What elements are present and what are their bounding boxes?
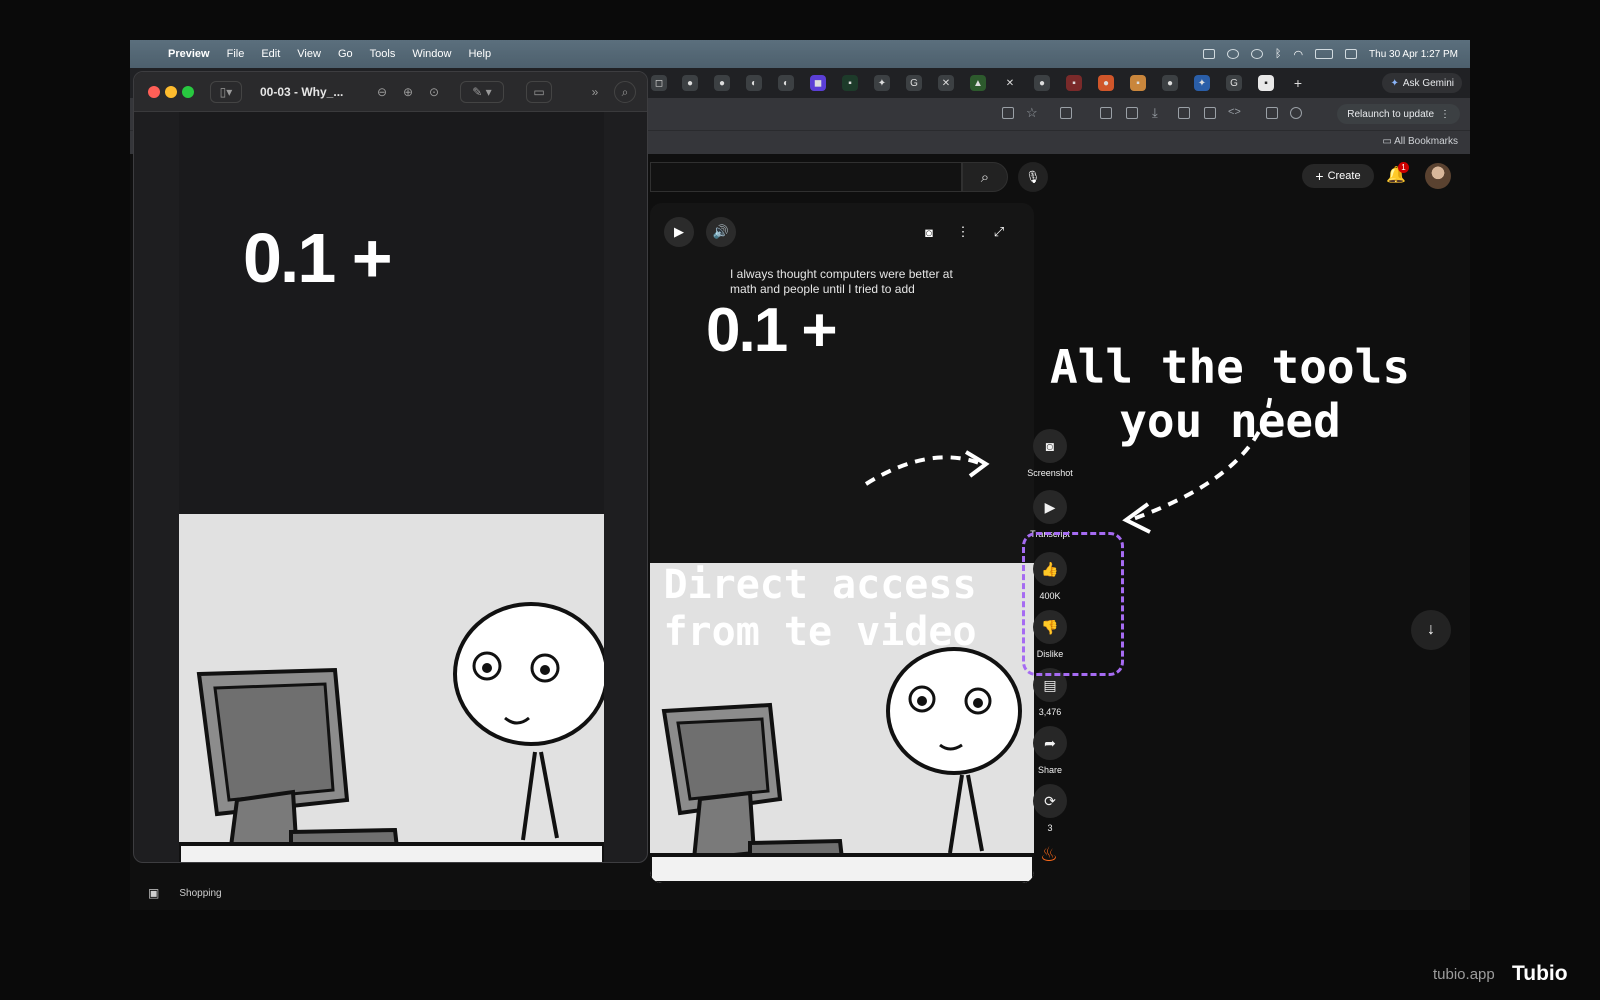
menu-go[interactable]: Go [338, 48, 353, 60]
zoom-fit-icon[interactable]: ⊙ [424, 81, 444, 103]
code-icon[interactable]: <> [1228, 106, 1241, 118]
desktop-screen: Preview File Edit View Go Tools Window H… [130, 40, 1470, 910]
all-bookmarks-button[interactable]: ▭ All Bookmarks [1382, 136, 1458, 147]
extension-icon[interactable] [1060, 107, 1072, 119]
extension-icon[interactable] [1204, 107, 1216, 119]
extension-icon[interactable] [1100, 107, 1112, 119]
stick-figure-computer-drawing [177, 602, 609, 862]
github-icon[interactable]: ● [714, 75, 730, 91]
zoom-window-button[interactable] [182, 86, 194, 98]
arrow-down-icon: ↓ [1427, 621, 1435, 638]
zoom-in-icon[interactable]: ⊕ [398, 81, 418, 103]
github-icon[interactable]: ● [682, 75, 698, 91]
extension-icon[interactable] [1178, 107, 1190, 119]
tab-favicon[interactable]: ◐ [746, 75, 762, 91]
close-tab-icon[interactable]: ✕ [1002, 75, 1018, 91]
profile-icon[interactable] [1290, 107, 1302, 119]
tab-favicon[interactable]: ◻ [651, 75, 667, 91]
brand-name: Tubio [1512, 962, 1568, 985]
zoom-out-icon[interactable]: ⊖ [372, 81, 392, 103]
bluetooth-icon[interactable]: ᛒ [1275, 48, 1282, 60]
brand-domain: tubio.app [1433, 966, 1495, 983]
menu-file[interactable]: File [227, 48, 245, 60]
mac-menu-bar: Preview File Edit View Go Tools Window H… [130, 40, 1470, 68]
new-tab-icon[interactable]: + [1290, 75, 1306, 91]
reddit-icon[interactable]: ● [1098, 75, 1114, 91]
menu-preview[interactable]: Preview [168, 48, 210, 60]
control-center-icon[interactable] [1345, 49, 1358, 59]
play-icon[interactable] [1250, 49, 1263, 59]
github-icon[interactable]: ● [1162, 75, 1178, 91]
comic-illustration [177, 514, 609, 862]
gemini-icon: ✦ [1390, 77, 1399, 89]
wifi-icon[interactable]: ◠ [1293, 48, 1303, 61]
sync-icon[interactable] [1226, 49, 1239, 59]
tab-favicon[interactable]: ▪ [1258, 75, 1274, 91]
tab-favicon[interactable]: ▪ [1066, 75, 1082, 91]
search-icon[interactable]: ⌕ [614, 81, 636, 103]
download-icon[interactable]: ⤓ [1152, 105, 1158, 121]
sidebar-toggle-icon[interactable]: ▯▾ [210, 81, 242, 103]
more-icon: ⋮ [1440, 108, 1450, 120]
preview-titlebar: ▯▾ 00-03 - Why_... ⊖ ⊕ ⊙ ✎ ▾ ▭ » ⌕ [134, 72, 647, 112]
relaunch-label: Relaunch to update [1347, 108, 1434, 120]
tab-favicon[interactable]: ▪ [1130, 75, 1146, 91]
more-tools-icon[interactable]: » [584, 81, 606, 103]
document-formula-text: 0.1 + [243, 219, 393, 297]
all-bookmarks-label: All Bookmarks [1394, 136, 1458, 147]
tab-favicon[interactable]: ◼ [810, 75, 826, 91]
google-icon[interactable]: G [906, 75, 922, 91]
ask-gemini-button[interactable]: ✦ Ask Gemini [1382, 73, 1462, 93]
drive-icon[interactable]: ▲ [970, 75, 986, 91]
bookmark-star-icon[interactable]: ☆ [1026, 105, 1038, 121]
share-window-icon[interactable]: ▭ [526, 81, 552, 103]
close-window-button[interactable] [148, 86, 160, 98]
extension-icon[interactable] [1266, 107, 1278, 119]
minimize-window-button[interactable] [165, 86, 177, 98]
shopping-bar[interactable]: ▣ Shopping [130, 876, 650, 910]
relaunch-button[interactable]: Relaunch to update ⋮ [1337, 104, 1460, 124]
cast-icon[interactable] [1002, 107, 1014, 119]
markup-pen-icon[interactable]: ✎ ▾ [460, 81, 504, 103]
x-icon[interactable]: ✕ [938, 75, 954, 91]
menubar-clock[interactable]: Thu 30 Apr 1:27 PM [1369, 49, 1458, 60]
puzzle-icon[interactable]: ✦ [874, 75, 890, 91]
extension-icon[interactable] [1126, 107, 1138, 119]
menu-help[interactable]: Help [468, 48, 491, 60]
menu-edit[interactable]: Edit [261, 48, 280, 60]
tab-favicon[interactable]: ◐ [778, 75, 794, 91]
github-icon[interactable]: ● [1034, 75, 1050, 91]
preview-window: ▯▾ 00-03 - Why_... ⊖ ⊕ ⊙ ✎ ▾ ▭ » ⌕ 0.1 + [133, 71, 648, 863]
folder-icon: ▭ [1382, 136, 1395, 147]
shopping-bag-icon: ▣ [148, 886, 160, 900]
scroll-down-button[interactable]: ↓ [1411, 610, 1451, 650]
ask-gemini-label: Ask Gemini [1402, 77, 1454, 89]
shopping-label: Shopping [179, 887, 222, 899]
menu-tools[interactable]: Tools [370, 48, 396, 60]
google-icon[interactable]: G [1226, 75, 1242, 91]
preview-document: 0.1 + [177, 112, 609, 862]
tab-favicon[interactable]: ▪ [842, 75, 858, 91]
gemini-icon[interactable]: ✦ [1194, 75, 1210, 91]
battery-icon[interactable] [1315, 49, 1334, 59]
status-icon[interactable] [1202, 49, 1215, 59]
menu-window[interactable]: Window [412, 48, 451, 60]
menu-view[interactable]: View [297, 48, 321, 60]
document-title: 00-03 - Why_... [260, 85, 344, 99]
